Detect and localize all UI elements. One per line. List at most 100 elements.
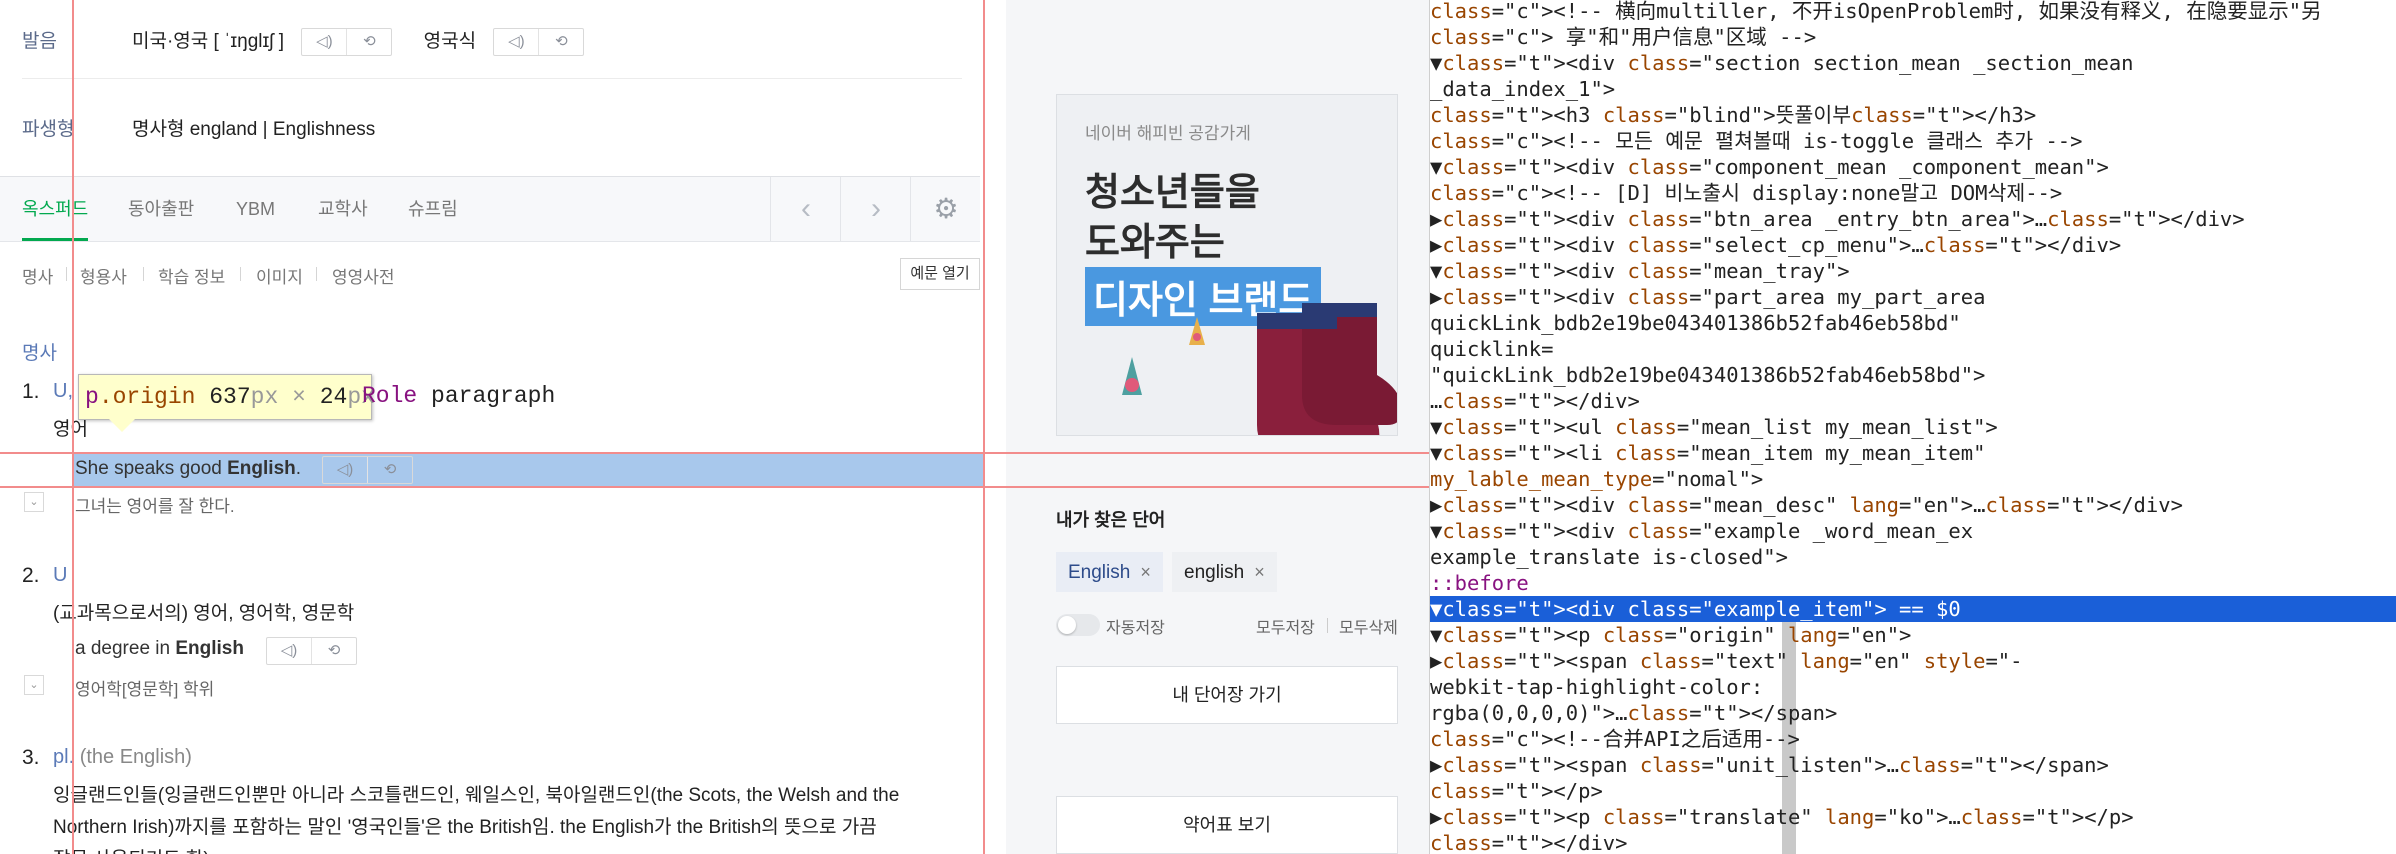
chip-label: English [1068,562,1131,583]
go-to-vocabulary-button[interactable]: 내 단어장 가기 [1056,666,1398,724]
dom-node-line[interactable]: class="t"></div> [1430,830,2396,854]
example-audio-controls: ◁) ⟲ [322,456,413,484]
tab-supreme[interactable]: 슈프림 [408,177,458,241]
tab-oxford[interactable]: 옥스퍼드 [22,177,89,241]
pronunciation-row: 발음 미국·영국 [ ˈɪŋɡlɪʃ ] ◁) ⟲ 영국식 ◁) ⟲ [0,22,980,58]
word-chip[interactable]: english × [1172,552,1277,592]
my-words-title: 내가 찾은 단어 [1056,510,1166,530]
pronunciation-uk: 영국식 [423,31,477,52]
dom-node-line[interactable]: "quickLink_bdb2e19be043401386b52fab46eb5… [1430,362,2396,388]
subnav-noun[interactable]: 명사 [22,263,53,288]
inspector-guide-line [72,0,74,854]
dom-node-line[interactable]: my_lable_mean_type="nomal"> [1430,466,2396,492]
pronunciation-uk-controls: ◁) ⟲ [493,27,585,56]
sense-meaning: (교과목으로서의) 영어, 영어학, 영문학 [53,603,355,624]
dom-node-line[interactable]: ▼class="t"><div class="section section_m… [1430,50,2396,76]
sidebar-panel: 네이버 해피빈 공감가게 청소년들을 도와주는 디자인 브랜드 내가 찾은 단어… [1006,0,1429,854]
tab-kyohak[interactable]: 교학사 [318,177,368,241]
dom-node-line[interactable]: ▶class="t"><div class="mean_desc" lang="… [1430,492,2396,518]
tooltip-tag: p [85,384,99,410]
dom-node-line[interactable]: ▼class="t"><li class="mean_item my_mean_… [1430,440,2396,466]
subnav-images[interactable]: 이미지 [256,263,303,288]
repeat-icon[interactable]: ⟲ [538,28,583,55]
dictionary-panel: 발음 미국·영국 [ ˈɪŋɡlɪʃ ] ◁) ⟲ 영국식 ◁) ⟲ 파생형 명사형… [0,0,1006,854]
subnav-learning-info[interactable]: 학습 정보 [158,263,225,288]
dom-node-line[interactable]: class="c"> 享"和"用户信息"区域 --> [1430,24,2396,50]
dom-node-line[interactable]: ▶class="t"><div class="part_area my_part… [1430,284,2396,310]
dom-node-line[interactable]: ▼class="t"><div class="mean_tray"> [1430,258,2396,284]
dom-node-line[interactable]: ▼class="t"><div class="component_mean _c… [1430,154,2396,180]
tooltip-width: 637 [209,384,251,410]
speaker-icon[interactable]: ◁) [267,638,311,664]
word-chip[interactable]: English × [1056,552,1163,592]
ad-banner[interactable]: 네이버 해피빈 공감가게 청소년들을 도와주는 디자인 브랜드 [1056,94,1398,436]
dom-node-line[interactable]: _data_index_1"> [1430,76,2396,102]
derivative-row: 파생형 명사형 england | Englishness [0,110,980,146]
close-icon[interactable]: × [1140,562,1151,582]
dom-node-line[interactable]: ▼class="t"><p class="origin" lang="en"> [1430,622,2396,648]
gear-icon[interactable]: ⚙ [910,177,981,241]
inspector-role: Role paragraph [362,374,555,418]
dom-node-line[interactable]: ▶class="t"><div class="select_cp_menu">…… [1430,232,2396,258]
example-text: She speaks good [75,458,228,479]
pronunciation-values: 미국·영국 [ ˈɪŋɡlɪʃ ] ◁) ⟲ 영국식 ◁) ⟲ [132,26,585,56]
delete-all-button[interactable]: 모두삭제 [1339,614,1398,638]
sense-meaning-line: Northern Irish)까지를 포함하는 말인 '영국인들'은 the B… [53,817,877,838]
speaker-icon[interactable]: ◁) [494,29,538,55]
sense-meaning-line: 잉글랜드인들(잉글랜드인뿐만 아니라 스코틀랜드인, 웨일스인, 북아일랜드인(… [53,785,900,806]
dom-node-line[interactable]: quicklink= [1430,336,2396,362]
dom-node-line[interactable]: class="c"><!-- 모든 예문 펼쳐볼때 is-toggle 클래스 … [1430,128,2396,154]
divider [1327,618,1328,633]
dom-node-line[interactable]: ▼class="t"><div class="example _word_mea… [1430,518,2396,544]
close-icon[interactable]: × [1254,562,1265,582]
dom-node-line[interactable]: ▶class="t"><span class="unit_listen">…cl… [1430,752,2396,778]
dom-node-line[interactable]: class="t"><h3 class="blind">뜻풀이부class="t… [1430,102,2396,128]
example-audio-controls: ◁) ⟲ [266,637,357,665]
derivative-text: 명사형 england | Englishness [132,119,376,140]
speaker-icon[interactable]: ◁) [323,457,367,483]
dom-node-line[interactable]: ::before [1430,570,2396,596]
save-all-button[interactable]: 모두저장 [1256,614,1315,638]
dom-node-line[interactable]: example_translate is-closed"> [1430,544,2396,570]
abbreviation-table-button[interactable]: 약어표 보기 [1056,796,1398,854]
dom-node-line[interactable]: quickLink_bdb2e19be043401386b52fab46eb58… [1430,310,2396,336]
dom-node-line[interactable]: ▶class="t"><p class="translate" lang="ko… [1430,804,2396,830]
ad-socks-illustration [1122,303,1397,435]
subnav-english-english[interactable]: 영영사전 [332,263,395,288]
tab-ybm[interactable]: YBM [236,177,275,241]
tooltip-arrow [108,418,136,432]
chevron-down-icon[interactable]: ⌄ [24,675,44,695]
dom-node-selected[interactable]: ▼class="t"><div class="example_item"> ==… [1430,596,2396,622]
dom-node-line[interactable]: …class="t"></div> [1430,388,2396,414]
chevron-right-icon[interactable]: › [840,177,911,241]
dom-node-line[interactable]: webkit-tap-highlight-color: [1430,674,2396,700]
sense-grammar-note: (the English) [79,746,192,768]
dom-node-line[interactable]: class="t"></p> [1430,778,2396,804]
dom-node-line[interactable]: ▶class="t"><span class="text" lang="en" … [1430,648,2396,674]
sense-meaning-line: 잘못 사용되기도 함) [53,844,210,854]
open-examples-button[interactable]: 예문 열기 [900,258,980,290]
speaker-icon[interactable]: ◁) [302,29,346,55]
chip-label: english [1184,562,1245,583]
role-key: Role [362,383,418,409]
subnav-adjective[interactable]: 형용사 [80,263,127,288]
auto-save-toggle[interactable] [1056,614,1100,636]
pronunciation-us-uk-controls: ◁) ⟲ [301,27,393,56]
dom-node-line[interactable]: class="c"><!-- 横向multiller, 不开isOpenProb… [1430,0,2396,24]
dom-node-line[interactable]: class="c"><!--合并API之后适用--> [1430,726,2396,752]
tab-donga[interactable]: 동아출판 [128,177,194,241]
example-headword: English [227,458,296,479]
dom-node-line[interactable]: ▶class="t"><div class="btn_area _entry_b… [1430,206,2396,232]
example-headword: English [175,638,244,659]
inspector-guide-line [0,452,1429,454]
chevron-left-icon[interactable]: ‹ [770,177,841,241]
repeat-icon[interactable]: ⟲ [311,638,356,664]
sense-grammar-code: pl. [53,746,75,768]
repeat-icon[interactable]: ⟲ [367,457,412,483]
dom-node-line[interactable]: ▼class="t"><ul class="mean_list my_mean_… [1430,414,2396,440]
dom-node-line[interactable]: class="c"><!-- [D] 비노출시 display:none말고 D… [1430,180,2396,206]
dom-node-line[interactable]: rgba(0,0,0,0)">…class="t"></span> [1430,700,2396,726]
derivative-label: 파생형 [22,119,75,140]
chevron-down-icon[interactable]: ⌄ [24,492,44,512]
repeat-icon[interactable]: ⟲ [346,28,391,55]
